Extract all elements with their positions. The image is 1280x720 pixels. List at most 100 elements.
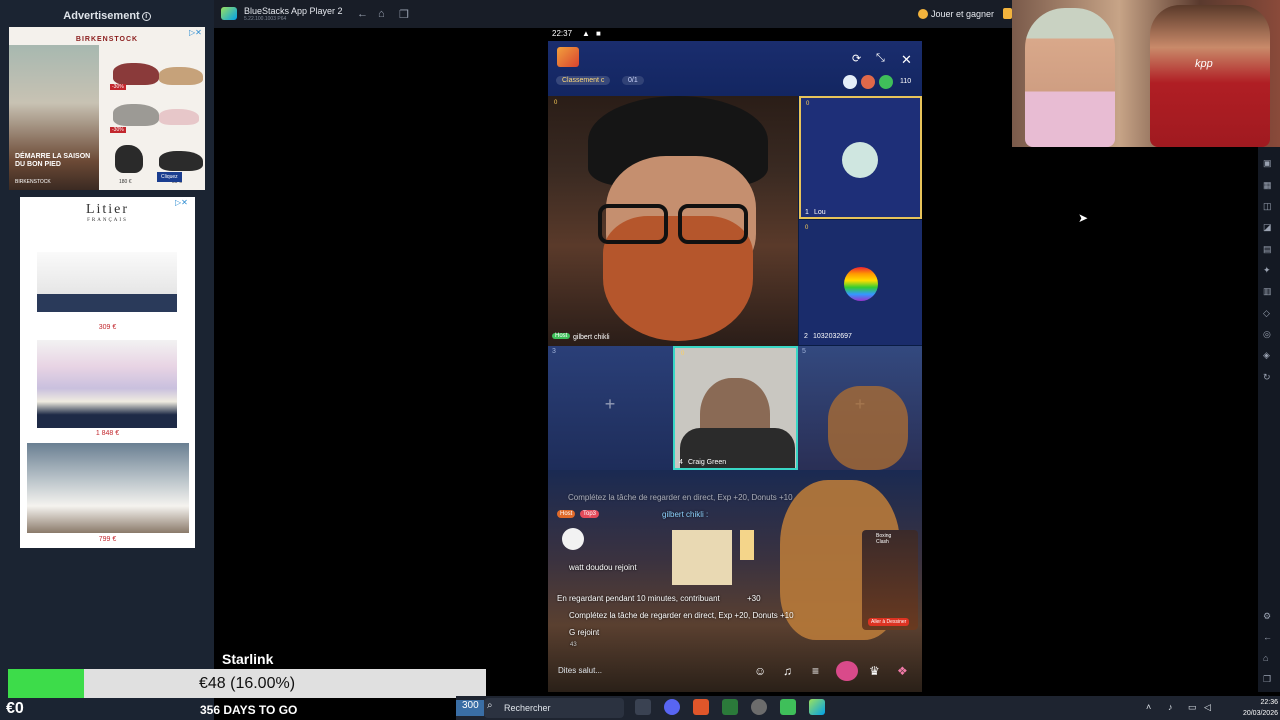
home-icon[interactable]: ⌂	[378, 8, 385, 20]
birkenstock-ad[interactable]: BIRKENSTOCK ▷✕ DÉMARRE LA SAISON DU BON …	[9, 27, 205, 190]
seat-index: 1	[805, 209, 809, 216]
ad1-slogan: DÉMARRE LA SAISON DU BON PIED	[15, 153, 91, 168]
ad-close-icon[interactable]: ▷✕	[189, 28, 202, 37]
seat-tile-1[interactable]: 0 1 Lou	[799, 96, 922, 219]
spreadsheet-icon[interactable]	[780, 699, 796, 715]
play-and-earn-button[interactable]: Jouer et gagner	[931, 9, 994, 19]
audio-icon[interactable]: ♫	[783, 664, 792, 678]
emulator-title: BlueStacks App Player 2	[244, 6, 343, 16]
minimize-icon[interactable]: ⤡	[876, 52, 885, 65]
shoe-image	[159, 109, 199, 125]
price-label: 309 €	[98, 324, 117, 331]
shoe-image	[115, 145, 143, 173]
discord-icon[interactable]	[664, 699, 680, 715]
add-seat-icon[interactable]: +	[598, 394, 622, 414]
share-icon[interactable]: ⟳	[852, 52, 861, 65]
record-icon[interactable]: ◪	[1263, 222, 1272, 233]
litier-ad[interactable]: Litier FRANÇAIS ▷✕ 309 € 1 848 € 799 €	[20, 197, 195, 548]
menu-icon[interactable]: ≡	[812, 664, 819, 678]
seat-tile-5[interactable]: 5 +	[798, 346, 922, 470]
chat-message: watt doudou rejoint	[569, 563, 637, 572]
ad1-brand: BIRKENSTOCK	[75, 36, 139, 43]
viewer-avatar[interactable]	[879, 75, 893, 89]
goal-current: €0	[6, 700, 24, 717]
tile-name: 1032032697	[813, 333, 852, 340]
multi-instance-icon[interactable]: ▥	[1263, 286, 1272, 297]
media-icon[interactable]: ▤	[1263, 244, 1272, 255]
ad-close-icon[interactable]: ▷✕	[175, 198, 188, 207]
trophy-icon[interactable]: ♛	[869, 664, 880, 678]
viewer-avatar[interactable]	[861, 75, 875, 89]
recent-apps-icon[interactable]: ❐	[1263, 674, 1271, 685]
taskbar-clock[interactable]: 22:36 20/03/2026	[1218, 697, 1278, 719]
chat-count: 43	[570, 642, 577, 648]
viewer-avatar[interactable]	[843, 75, 857, 89]
tasks-pill[interactable]: 0/1	[622, 76, 644, 85]
keyboard-icon[interactable]: ▣	[1263, 158, 1272, 169]
chat-username[interactable]: gilbert chikli :	[662, 510, 708, 519]
chat-message: G rejoint	[569, 628, 600, 637]
microphone-icon[interactable]: ♪	[1168, 702, 1173, 712]
gift-icon[interactable]	[1003, 8, 1012, 19]
ranking-pill[interactable]: Classement c	[556, 76, 611, 85]
task-view-icon[interactable]	[635, 699, 651, 715]
mouse-cursor-icon: ➤	[1078, 211, 1089, 225]
goal-days-left: 356 DAYS TO GO	[200, 703, 298, 717]
android-statusbar	[548, 28, 922, 41]
seat-index: 5	[802, 348, 806, 355]
location-icon[interactable]: ◎	[1263, 329, 1271, 340]
layers-icon[interactable]: ◈	[1263, 350, 1270, 361]
poster-figure	[1150, 5, 1270, 147]
ad1-cta-button[interactable]: Cliquez	[157, 172, 182, 182]
mattress-layers-image	[37, 340, 177, 428]
sync-icon[interactable]: ↻	[1263, 372, 1271, 383]
viewer-count[interactable]: 110	[900, 78, 911, 85]
gift-icon[interactable]: ❖	[897, 664, 908, 678]
close-icon[interactable]: ✕	[901, 52, 912, 68]
macro-icon[interactable]: ✦	[1263, 265, 1271, 276]
eco-icon[interactable]: ◇	[1263, 308, 1270, 319]
network-icon[interactable]: ▭	[1188, 702, 1197, 713]
room-avatar[interactable]	[557, 47, 579, 67]
host-video-tile[interactable]: 0 Host gilbert chikli	[548, 96, 798, 346]
streamer-figure	[1025, 8, 1115, 147]
emoji-icon[interactable]: ☺	[754, 664, 766, 678]
volume-icon[interactable]: ◁	[1204, 702, 1211, 713]
home-icon[interactable]: ⌂	[1263, 653, 1268, 663]
brave-icon[interactable]	[693, 699, 709, 715]
bluestacks-icon[interactable]	[809, 699, 825, 715]
back-icon[interactable]: ←	[1263, 632, 1272, 642]
seat-tile-3[interactable]: 3 +	[548, 346, 673, 470]
price-label: 180 €	[119, 179, 132, 185]
media-player-icon[interactable]	[722, 699, 738, 715]
game-label: Boxing Clash	[876, 533, 892, 545]
chat-message: +30	[747, 594, 761, 603]
price-label: 799 €	[98, 536, 117, 543]
price-label: 1 848 €	[95, 430, 120, 437]
tile-name: Lou	[814, 209, 826, 216]
gamepad-icon[interactable]: ▦	[1263, 180, 1272, 191]
warning-icon: ▲	[582, 29, 590, 38]
weather-widget[interactable]: 300	[456, 700, 484, 716]
goal-progress-text: €48 (16.00%)	[198, 675, 296, 692]
ad-header: Advertisement i	[0, 10, 214, 22]
shoe-image	[113, 63, 159, 85]
info-icon[interactable]: i	[141, 11, 151, 21]
game-button[interactable]: Aller à Dessiner	[868, 618, 910, 626]
tile-badge: 0	[806, 101, 810, 107]
settings-icon[interactable]: ⚙	[1263, 611, 1271, 622]
back-icon[interactable]: ←	[357, 8, 368, 20]
taskbar-search[interactable]: Rechercher	[484, 698, 624, 718]
chat-input[interactable]: Dites salut...	[558, 666, 738, 680]
shirt-text: kpp	[1195, 58, 1213, 70]
seat-tile-4[interactable]: 0 4 Craig Green	[673, 346, 798, 470]
event-icon[interactable]	[836, 661, 858, 681]
seat-tile-2[interactable]: 0 2 1032032697	[799, 220, 922, 345]
bed-image	[27, 443, 189, 533]
steam-icon[interactable]	[751, 699, 767, 715]
tray-chevron-icon[interactable]: ˄	[1146, 702, 1151, 712]
seat-index: 2	[804, 333, 808, 340]
recent-apps-icon[interactable]: ❐	[399, 8, 409, 21]
game-widget[interactable]: Boxing Clash Aller à Dessiner	[862, 530, 918, 630]
screenshot-icon[interactable]: ◫	[1263, 201, 1272, 212]
